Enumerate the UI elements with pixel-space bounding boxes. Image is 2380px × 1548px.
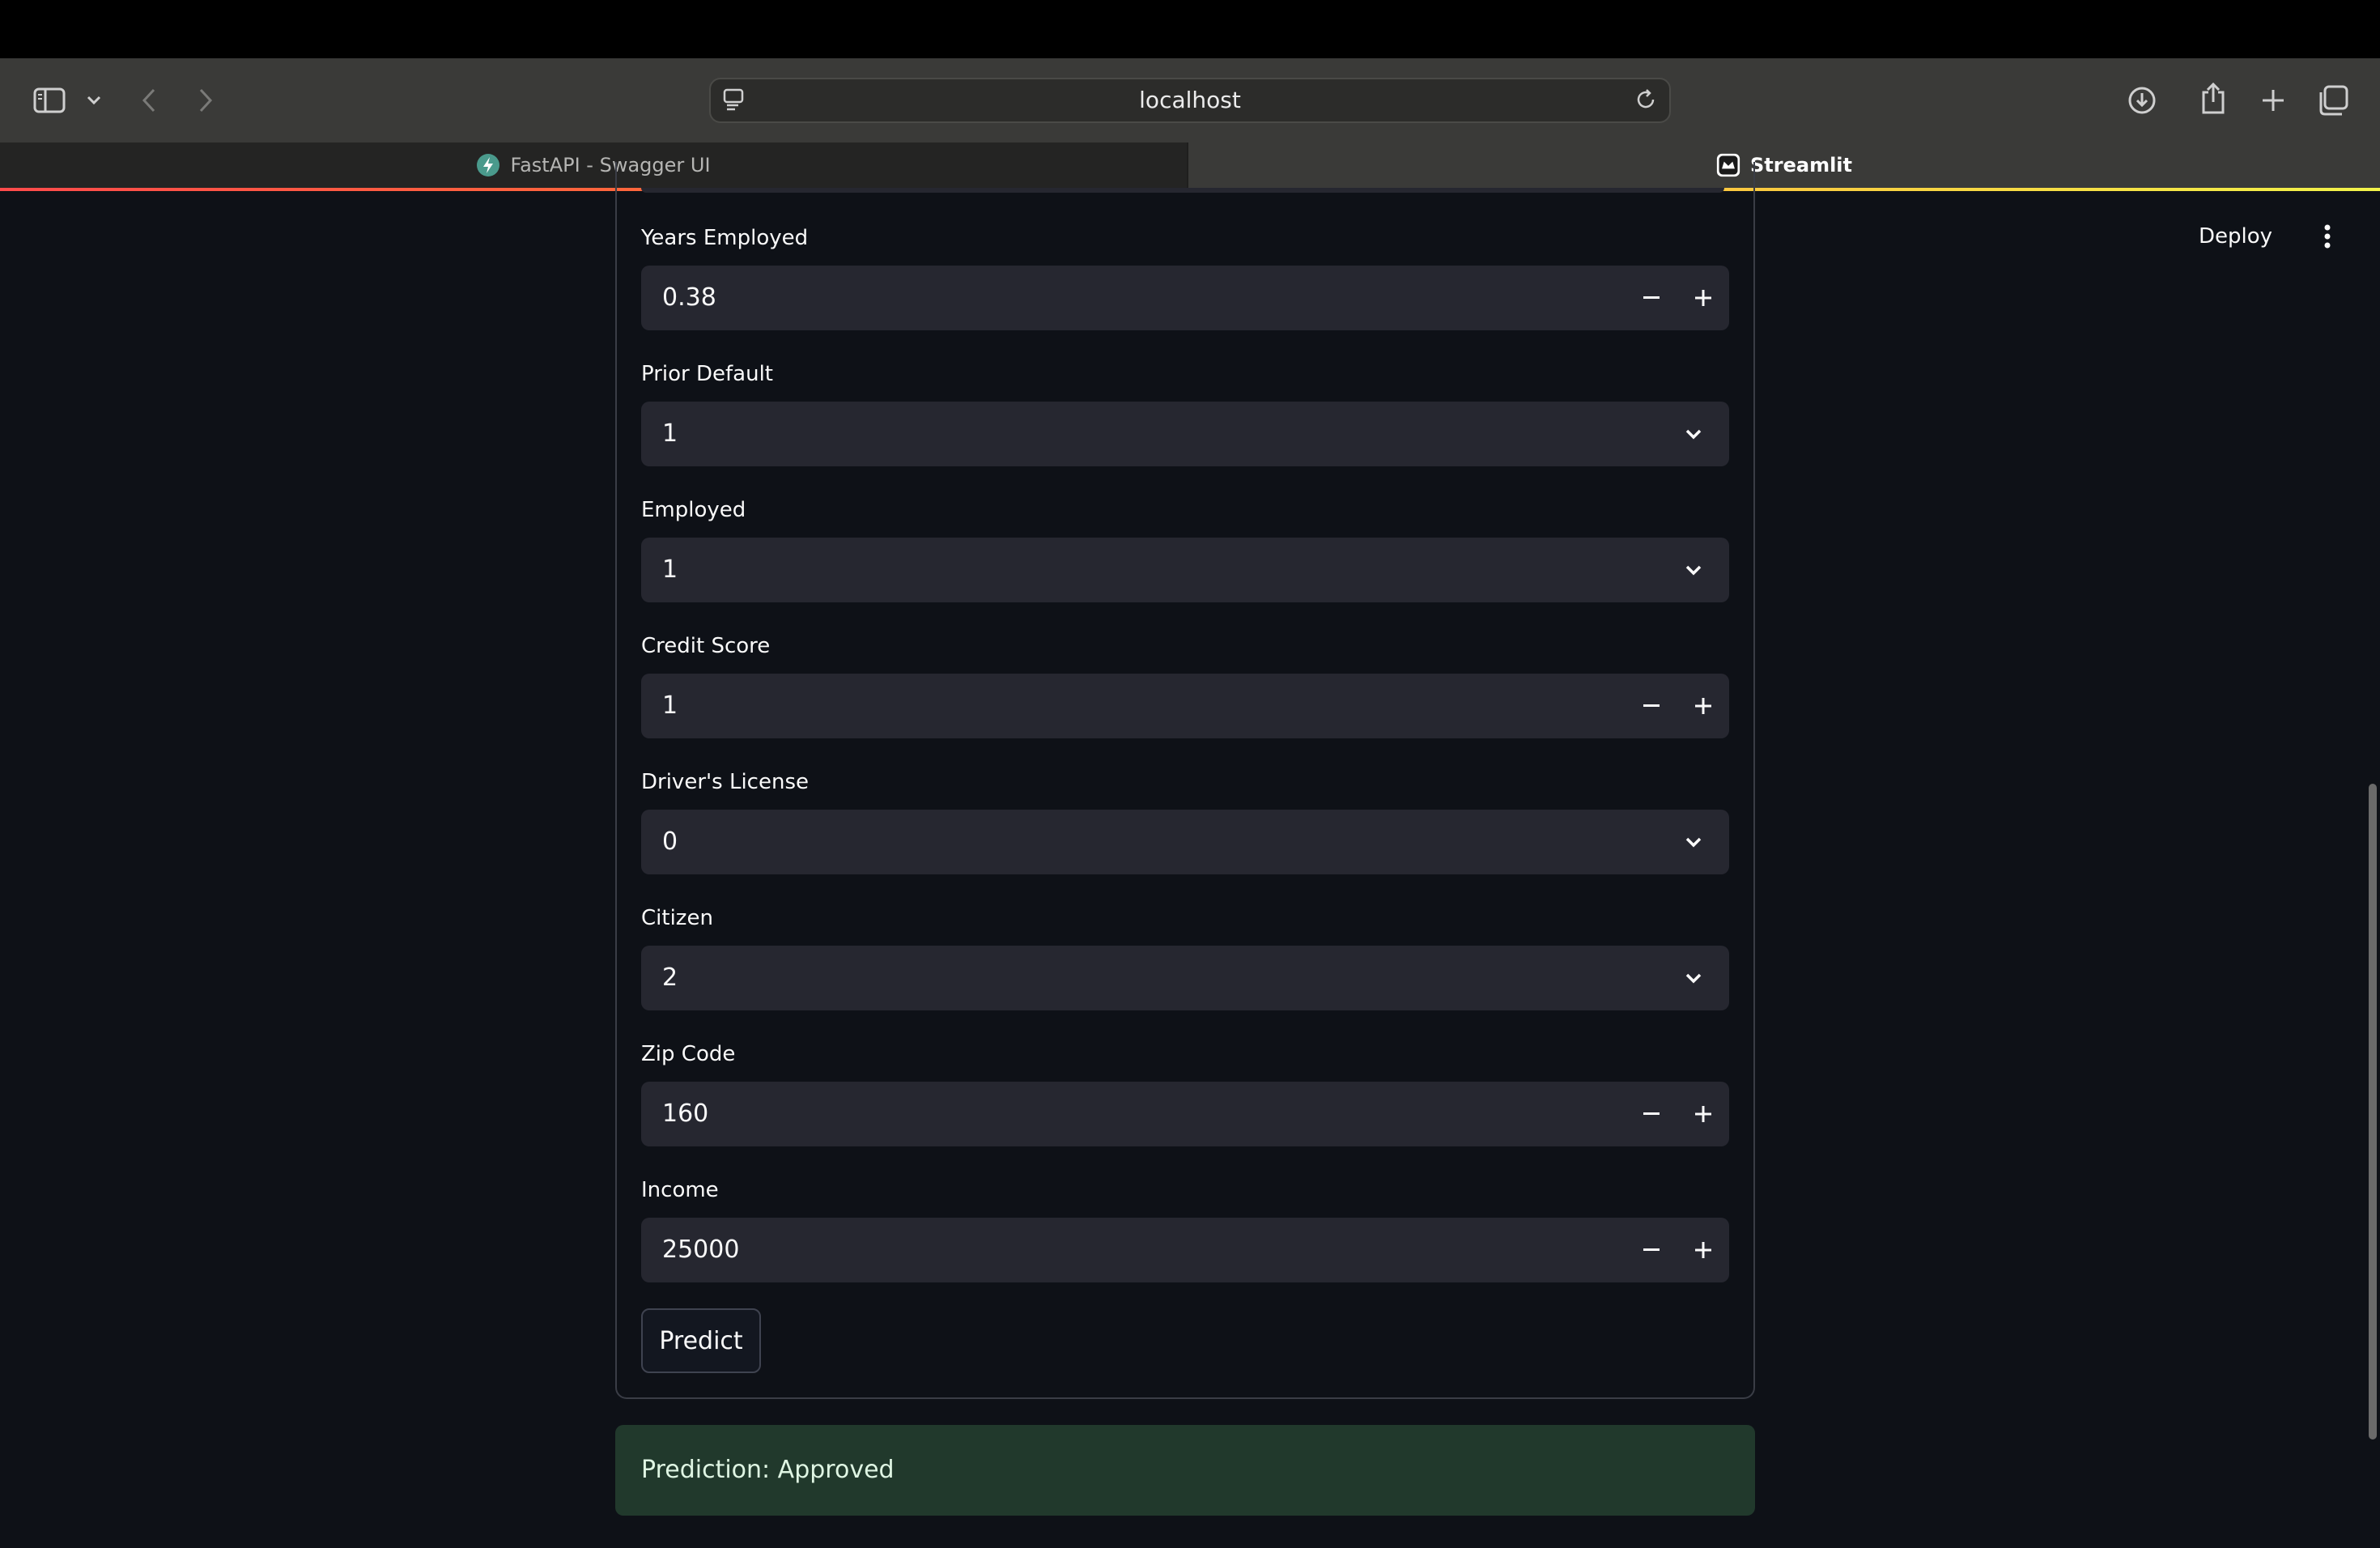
field-value: 2 [662,963,678,992]
zip-code-input[interactable]: 160 [641,1082,1729,1146]
deploy-button[interactable]: Deploy [2199,219,2272,254]
chevron-down-icon[interactable] [1677,402,1710,466]
plus-icon[interactable] [1677,1082,1729,1146]
prediction-result-text: Prediction: Approved [641,1456,895,1484]
previous-field-edge [641,188,1724,193]
employed-select[interactable]: 1 [641,538,1729,602]
screen-top-bar [0,0,2380,58]
field-label-employed: Employed [641,498,746,522]
address-text: localhost [1139,87,1241,113]
drivers-license-select[interactable]: 0 [641,810,1729,874]
predict-button[interactable]: Predict [641,1308,761,1373]
prediction-result-alert: Prediction: Approved [615,1425,1755,1516]
chevron-down-icon[interactable] [1677,946,1710,1010]
tab-label: Streamlit [1750,154,1852,176]
field-label-prior-default: Prior Default [641,362,773,386]
field-label-drivers-license: Driver's License [641,770,809,794]
field-value: 1 [662,555,678,584]
field-value[interactable]: 25000 [662,1218,739,1282]
minus-icon[interactable] [1626,674,1677,738]
forward-icon[interactable] [193,83,219,118]
field-value[interactable]: 1 [662,674,678,738]
field-value[interactable]: 0.38 [662,266,716,330]
chevron-down-icon[interactable] [1677,538,1710,602]
field-value: 1 [662,419,678,448]
field-label-credit-score: Credit Score [641,634,771,658]
field-value[interactable]: 160 [662,1082,708,1146]
income-input[interactable]: 25000 [641,1218,1729,1282]
credit-score-input[interactable]: 1 [641,674,1729,738]
years-employed-input[interactable]: 0.38 [641,266,1729,330]
sidebar-toggle-icon[interactable] [31,81,68,120]
plus-icon[interactable] [1677,674,1729,738]
download-icon[interactable] [2124,83,2160,118]
tab-overview-icon[interactable] [2315,83,2351,118]
page-scrollbar[interactable] [2369,784,2377,1440]
field-label-income: Income [641,1178,719,1202]
share-icon[interactable] [2195,79,2231,118]
chevron-down-icon[interactable] [1677,810,1710,874]
minus-icon[interactable] [1626,1082,1677,1146]
reload-icon[interactable] [1634,87,1660,113]
minus-icon[interactable] [1626,1218,1677,1282]
new-tab-icon[interactable] [2255,83,2291,118]
plus-icon[interactable] [1677,1218,1729,1282]
main-menu-icon[interactable] [2315,220,2340,253]
prior-default-select[interactable]: 1 [641,402,1729,466]
field-label-zip-code: Zip Code [641,1042,736,1066]
plus-icon[interactable] [1677,266,1729,330]
field-label-years-employed: Years Employed [641,226,809,250]
back-icon[interactable] [136,83,162,118]
field-label-citizen: Citizen [641,906,713,930]
field-value: 0 [662,827,678,856]
address-bar[interactable]: localhost [709,78,1671,123]
chevron-down-icon[interactable] [83,87,105,113]
minus-icon[interactable] [1626,266,1677,330]
citizen-select[interactable]: 2 [641,946,1729,1010]
fastapi-icon [476,153,500,177]
